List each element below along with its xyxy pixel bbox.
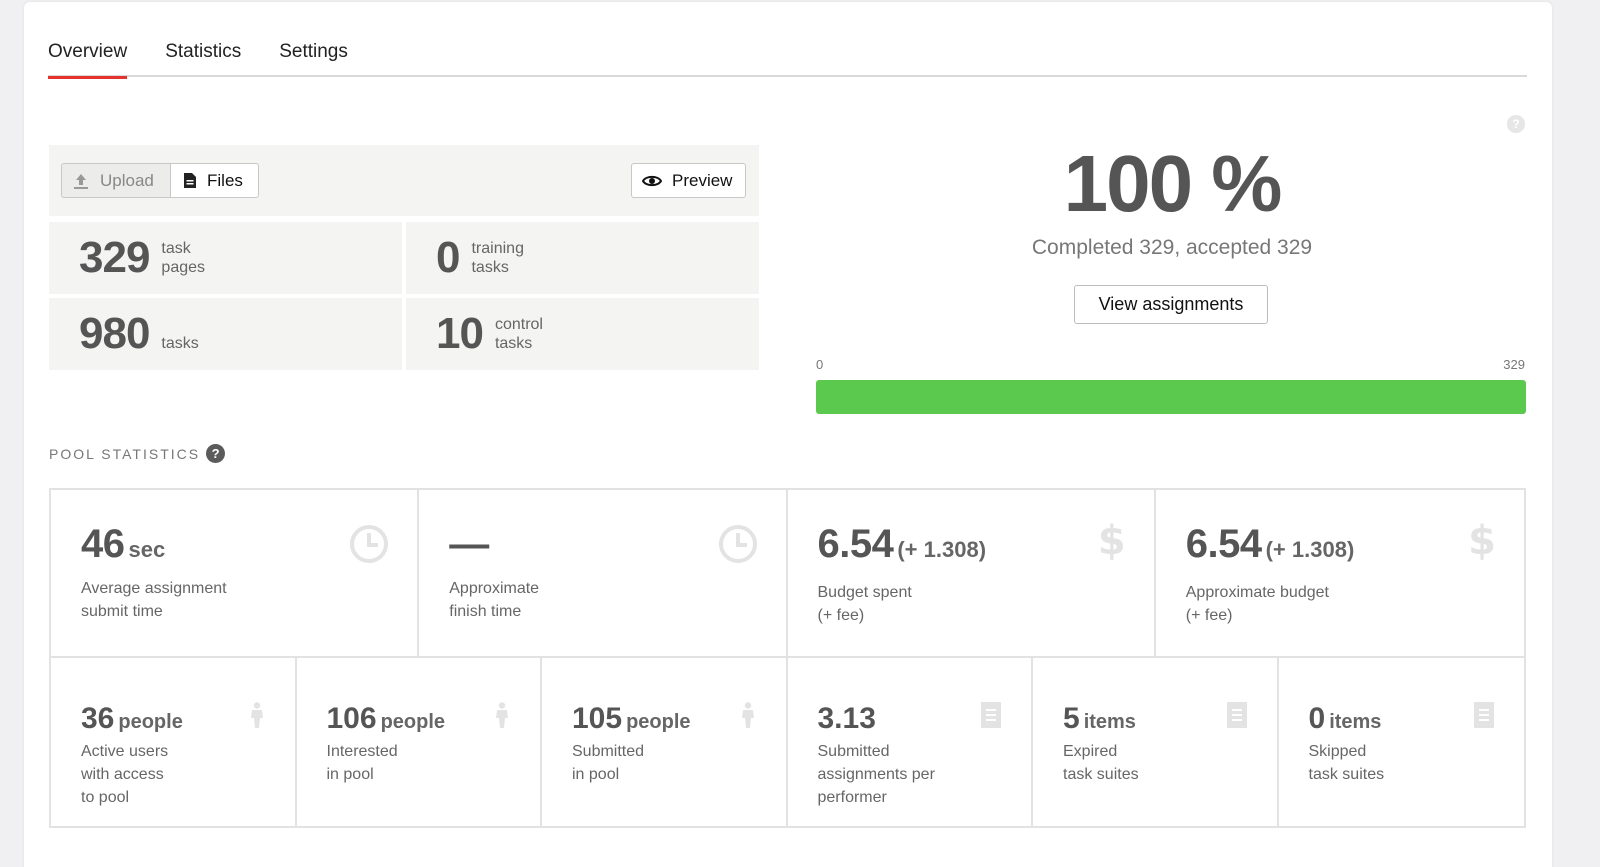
control-tasks-label: control tasks [494, 316, 543, 352]
pool-statistics-heading: POOL STATISTICS ? [49, 444, 226, 463]
control-tasks-value: 10 [436, 309, 484, 358]
stat-unit: items [1083, 711, 1136, 733]
stat-unit: items [1329, 711, 1382, 733]
stat-value: 6.54 [817, 522, 894, 566]
clock-icon [718, 524, 758, 569]
stat-value: 106 [326, 702, 377, 735]
stat-value: 3.13 [817, 702, 876, 735]
help-icon[interactable]: ? [206, 444, 226, 463]
dollar-icon: $ [1468, 518, 1496, 564]
pool-statistics-title: POOL STATISTICS [49, 445, 201, 462]
stat-label: Skipped task suites [1308, 743, 1385, 783]
tab-statistics[interactable]: Statistics [165, 30, 241, 77]
stat-label: Interested in pool [326, 743, 398, 783]
preview-button[interactable]: Preview [631, 163, 746, 198]
interested-cell: 106 people Interested in pool [297, 658, 542, 826]
progress-max-label: 329 [1503, 357, 1525, 372]
files-button[interactable]: Files [170, 163, 259, 198]
stat-label: Submitted assignments per performer [817, 743, 935, 806]
stat-value: 105 [572, 702, 623, 735]
expired-task-suites-cell: 5 items Expired task suites [1033, 658, 1279, 826]
tab-settings[interactable]: Settings [279, 30, 348, 77]
approx-budget-cell: 6.54 (+ 1.308) Approximate budget (+ fee) … [1156, 490, 1524, 656]
stat-label: Active users with access to pool [81, 743, 169, 806]
avg-submit-time-cell: 46 sec Average assignment submit time [51, 490, 420, 656]
document-icon [1474, 702, 1494, 733]
task-pages-tile: 329 task pages [49, 222, 402, 294]
stat-label: Approximate budget (+ fee) [1185, 584, 1329, 624]
stat-unit: people [380, 711, 446, 733]
person-icon [494, 702, 510, 733]
stat-value: 46 [81, 522, 125, 566]
upload-icon [72, 172, 90, 190]
training-tasks-tile: 0 training tasks [406, 222, 759, 294]
training-tasks-value: 0 [436, 233, 461, 282]
stat-label: Submitted in pool [572, 743, 645, 783]
pool-stats-top-row: 46 sec Average assignment submit time — Ap… [49, 488, 1526, 658]
stat-label: Approximate finish time [449, 580, 540, 620]
task-pages-value: 329 [79, 233, 150, 282]
stat-value: — [449, 522, 489, 566]
completion-percent: 100 % [1063, 139, 1283, 228]
stat-label: Expired task suites [1063, 743, 1139, 783]
upload-files-group: Upload Files [61, 163, 259, 198]
stat-value: 36 [81, 702, 115, 735]
stat-unit: people [118, 711, 183, 733]
tab-overview[interactable]: Overview [48, 30, 128, 79]
completed-summary: Completed 329, accepted 329 [1031, 236, 1313, 259]
stat-value: 0 [1308, 702, 1326, 735]
training-tasks-label: training tasks [471, 240, 524, 276]
person-icon [740, 702, 756, 733]
dollar-icon: $ [1097, 518, 1126, 564]
approx-finish-time-cell: — Approximate finish time [419, 490, 788, 656]
stat-label: Average assignment submit time [81, 580, 227, 620]
file-icon [183, 172, 197, 189]
submitted-cell: 105 people Submitted in pool [542, 658, 788, 826]
budget-spent-cell: 6.54 (+ 1.308) Budget spent (+ fee) $ [788, 490, 1156, 656]
help-icon[interactable]: ? [1507, 115, 1525, 133]
preview-label: Preview [672, 170, 733, 190]
stat-unit: people [626, 711, 691, 733]
upload-label: Upload [100, 170, 154, 190]
tasks-label: tasks [161, 334, 199, 352]
tasks-tile: 980 tasks [49, 298, 402, 370]
view-assignments-button[interactable]: View assignments [1074, 285, 1268, 324]
progress-bar-fill [816, 380, 1526, 414]
skipped-task-suites-cell: 0 items Skipped task suites [1279, 658, 1525, 826]
assignments-per-performer-cell: 3.13 Submitted assignments per performer [788, 658, 1033, 826]
progress-min-label: 0 [816, 357, 824, 372]
tasks-value: 980 [79, 309, 150, 358]
pool-stats-bottom-row: 36 people Active users with access to pool … [49, 656, 1526, 828]
progress-bar [816, 380, 1526, 414]
document-icon [1226, 702, 1247, 733]
task-toolbar: Upload Files Preview [49, 145, 759, 216]
task-pages-label: task pages [161, 240, 206, 276]
eye-icon [642, 174, 662, 188]
stat-unit: (+ 1.308) [1265, 537, 1355, 562]
stat-value: 6.54 [1185, 522, 1262, 566]
active-users-cell: 36 people Active users with access to pool [51, 658, 297, 826]
files-label: Files [207, 170, 243, 190]
tab-bar: Overview Statistics Settings [48, 30, 1527, 79]
control-tasks-tile: 10 control tasks [406, 298, 759, 370]
upload-button[interactable]: Upload [61, 163, 170, 198]
stat-value: 5 [1063, 702, 1080, 735]
stat-unit: sec [128, 537, 166, 562]
document-icon [981, 702, 1001, 733]
clock-icon [349, 524, 389, 569]
stat-label: Budget spent (+ fee) [817, 584, 912, 624]
stat-unit: (+ 1.308) [897, 537, 987, 562]
person-icon [249, 702, 265, 733]
